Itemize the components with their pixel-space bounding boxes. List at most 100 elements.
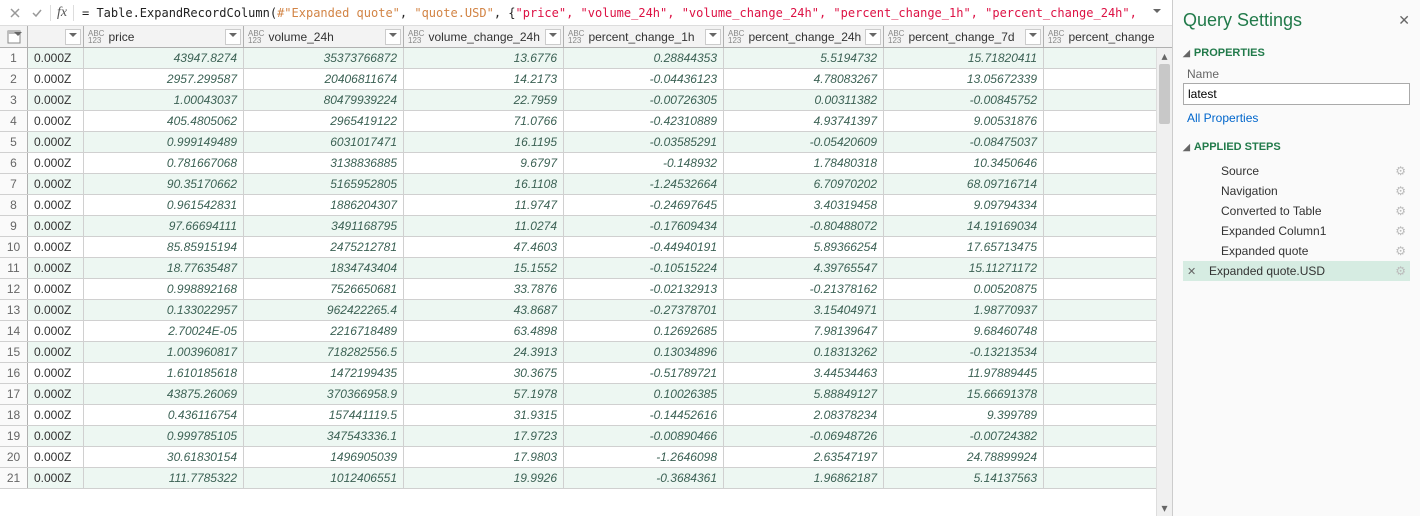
cell[interactable]: 0.961542831 (84, 195, 244, 215)
table-row[interactable]: 200.000Z30.61830154149690503917.9803-1.2… (0, 447, 1172, 468)
cell[interactable]: -0.21378162 (724, 279, 884, 299)
cell[interactable]: 71.0766 (404, 111, 564, 131)
cell[interactable]: 962422265.4 (244, 300, 404, 320)
cell[interactable]: -0.14452616 (564, 405, 724, 425)
column-header-percent-change-24h[interactable]: ABC123 percent_change_24h (724, 26, 884, 47)
cell[interactable]: -0.05420609 (724, 132, 884, 152)
cell[interactable]: 0.000Z (28, 174, 84, 194)
applied-step[interactable]: ✕Expanded Column1⚙ (1183, 221, 1410, 241)
cell[interactable]: 0.18313262 (724, 342, 884, 362)
cell[interactable]: 0.000Z (28, 258, 84, 278)
cell[interactable]: 1.96862187 (724, 468, 884, 488)
cell[interactable]: 0.000Z (28, 342, 84, 362)
column-header-volume-change-24h[interactable]: ABC123 volume_change_24h (404, 26, 564, 47)
cell[interactable]: 1.00043037 (84, 90, 244, 110)
cell[interactable] (1044, 405, 1131, 425)
cell[interactable]: 2.70024E-05 (84, 321, 244, 341)
cell[interactable]: 718282556.5 (244, 342, 404, 362)
cell[interactable]: 9.00531876 (884, 111, 1044, 131)
vertical-scrollbar[interactable]: ▴ ▾ (1156, 48, 1172, 516)
cell[interactable] (1044, 342, 1131, 362)
cell[interactable]: 7526650681 (244, 279, 404, 299)
cell[interactable]: 9.6797 (404, 153, 564, 173)
cell[interactable]: 1886204307 (244, 195, 404, 215)
gear-icon[interactable]: ⚙ (1395, 184, 1406, 198)
cell[interactable]: 0.436116754 (84, 405, 244, 425)
cell[interactable]: 0.10026385 (564, 384, 724, 404)
formula-accept-button[interactable] (26, 2, 48, 24)
cell[interactable]: 1472199435 (244, 363, 404, 383)
cell[interactable]: 347543336.1 (244, 426, 404, 446)
cell[interactable]: -0.51789721 (564, 363, 724, 383)
cell[interactable]: 30.3675 (404, 363, 564, 383)
query-name-input[interactable] (1183, 83, 1410, 105)
delete-step-icon[interactable]: ✕ (1187, 265, 1201, 278)
all-properties-link[interactable]: All Properties (1187, 111, 1410, 125)
cell[interactable]: 10.3450646 (884, 153, 1044, 173)
cell[interactable]: 43.8687 (404, 300, 564, 320)
table-row[interactable]: 130.000Z0.133022957962422265.443.8687-0.… (0, 300, 1172, 321)
cell[interactable]: -0.00845752 (884, 90, 1044, 110)
cell[interactable]: 157441119.5 (244, 405, 404, 425)
cell[interactable]: 43947.8274 (84, 48, 244, 68)
cell[interactable] (1044, 447, 1131, 467)
cell[interactable]: -0.00890466 (564, 426, 724, 446)
cell[interactable]: 97.66694111 (84, 216, 244, 236)
cell[interactable]: 68.09716714 (884, 174, 1044, 194)
table-row[interactable]: 110.000Z18.77635487183474340415.1552-0.1… (0, 258, 1172, 279)
gear-icon[interactable]: ⚙ (1395, 224, 1406, 238)
cell[interactable]: 0.998892168 (84, 279, 244, 299)
cell[interactable]: 0.000Z (28, 279, 84, 299)
cell[interactable]: 24.78899924 (884, 447, 1044, 467)
cell[interactable]: 5.14137563 (884, 468, 1044, 488)
cell[interactable] (1044, 300, 1131, 320)
cell[interactable] (1044, 426, 1131, 446)
cell[interactable]: 14.19169034 (884, 216, 1044, 236)
cell[interactable] (1044, 69, 1131, 89)
cell[interactable]: 405.4805062 (84, 111, 244, 131)
cell[interactable]: 0.000Z (28, 468, 84, 488)
table-row[interactable]: 140.000Z2.70024E-05221671848963.48980.12… (0, 321, 1172, 342)
cell[interactable]: 90.35170662 (84, 174, 244, 194)
cell[interactable]: 2957.299587 (84, 69, 244, 89)
cell[interactable]: 63.4898 (404, 321, 564, 341)
cell[interactable]: 1496905039 (244, 447, 404, 467)
cell[interactable]: -0.00726305 (564, 90, 724, 110)
cell[interactable]: 17.65713475 (884, 237, 1044, 257)
applied-step[interactable]: ✕Expanded quote⚙ (1183, 241, 1410, 261)
applied-steps-section-header[interactable]: ◢ APPLIED STEPS (1183, 141, 1410, 153)
cell[interactable]: 17.9723 (404, 426, 564, 446)
cell[interactable]: -0.04436123 (564, 69, 724, 89)
cell[interactable] (1044, 237, 1131, 257)
cell[interactable]: 6.70970202 (724, 174, 884, 194)
cell[interactable]: -0.42310889 (564, 111, 724, 131)
cell[interactable] (1044, 90, 1131, 110)
cell[interactable]: 5.5194732 (724, 48, 884, 68)
table-row[interactable]: 40.000Z405.4805062296541912271.0766-0.42… (0, 111, 1172, 132)
cell[interactable]: 11.97889445 (884, 363, 1044, 383)
formula-cancel-button[interactable] (4, 2, 26, 24)
cell[interactable] (1044, 279, 1131, 299)
cell[interactable]: 2.63547197 (724, 447, 884, 467)
close-button[interactable]: ✕ (1398, 12, 1410, 29)
table-row[interactable]: 210.000Z111.7785322101240655119.9926-0.3… (0, 468, 1172, 489)
cell[interactable] (1044, 48, 1131, 68)
cell[interactable]: 0.133022957 (84, 300, 244, 320)
cell[interactable]: 1012406551 (244, 468, 404, 488)
cell[interactable]: 9.09794334 (884, 195, 1044, 215)
cell[interactable]: 1.003960817 (84, 342, 244, 362)
cell[interactable]: 0.000Z (28, 405, 84, 425)
cell[interactable]: 15.1552 (404, 258, 564, 278)
cell[interactable]: 0.00311382 (724, 90, 884, 110)
cell[interactable]: 9.399789 (884, 405, 1044, 425)
cell[interactable] (1044, 363, 1131, 383)
column-header-percent-change-next[interactable]: ABC123 percent_change (1044, 26, 1131, 47)
cell[interactable]: -0.80488072 (724, 216, 884, 236)
cell[interactable]: 0.000Z (28, 426, 84, 446)
cell[interactable]: 2216718489 (244, 321, 404, 341)
cell[interactable] (1044, 258, 1131, 278)
cell[interactable] (1044, 216, 1131, 236)
cell[interactable] (1044, 153, 1131, 173)
column-header-blank[interactable] (28, 26, 84, 47)
cell[interactable]: 0.000Z (28, 69, 84, 89)
